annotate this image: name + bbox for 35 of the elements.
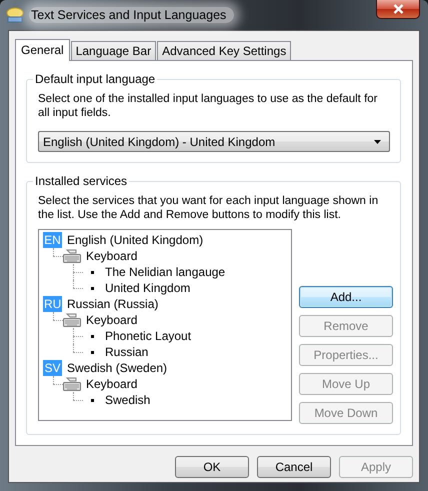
tree-item[interactable]: Keyboard — [85, 313, 138, 327]
window-title: Text Services and Input Languages — [29, 7, 234, 23]
bullet-icon — [91, 286, 94, 290]
tree-item[interactable]: The Nelidian langauge — [104, 265, 226, 279]
bullet-icon — [91, 398, 94, 402]
bullet-icon — [91, 270, 94, 274]
group-title: Default input language — [33, 72, 158, 86]
tree-item[interactable]: Keyboard — [85, 377, 138, 391]
instruction-text: Select one of the installed input languages to use as the default for all input fields. — [38, 92, 378, 120]
tab[interactable]: Advanced Key Settings — [157, 41, 292, 60]
tree-item[interactable]: Keyboard — [85, 249, 138, 263]
dialog-button[interactable]: OK — [175, 456, 249, 478]
language-code-badge: EN — [43, 232, 62, 248]
tree-item[interactable]: Russian — [104, 345, 150, 359]
app-icon — [6, 7, 24, 23]
tree-item[interactable]: Swedish — [104, 393, 152, 407]
close-icon — [392, 4, 404, 14]
tab[interactable]: General — [15, 39, 70, 61]
instruction-text: Select the services that you want for each input language shown in the list. Use the Add and Remove buttons to modify this list. — [38, 194, 380, 222]
tree-item[interactable]: Russian (Russia) — [66, 297, 160, 311]
group-title: Installed services — [33, 174, 130, 188]
dialog-button[interactable]: Add... — [299, 286, 393, 308]
bullet-icon — [91, 350, 94, 354]
tree-item[interactable]: Phonetic Layout — [104, 329, 192, 343]
tree-item[interactable]: English (United Kingdom) — [66, 233, 204, 247]
dialog-button[interactable]: Cancel — [257, 456, 331, 478]
language-dropdown[interactable]: English (United Kingdom) - United Kingdom — [38, 131, 390, 152]
tree-item[interactable]: United Kingdom — [104, 281, 192, 295]
language-code-badge: RU — [43, 296, 62, 312]
tree-item[interactable]: Swedish (Sweden) — [66, 361, 168, 375]
bullet-icon — [91, 334, 94, 338]
tab[interactable]: Language Bar — [70, 41, 156, 60]
close-button[interactable] — [376, 0, 420, 19]
dropdown-arrow-icon — [374, 140, 381, 144]
language-code-badge: SV — [43, 360, 62, 376]
